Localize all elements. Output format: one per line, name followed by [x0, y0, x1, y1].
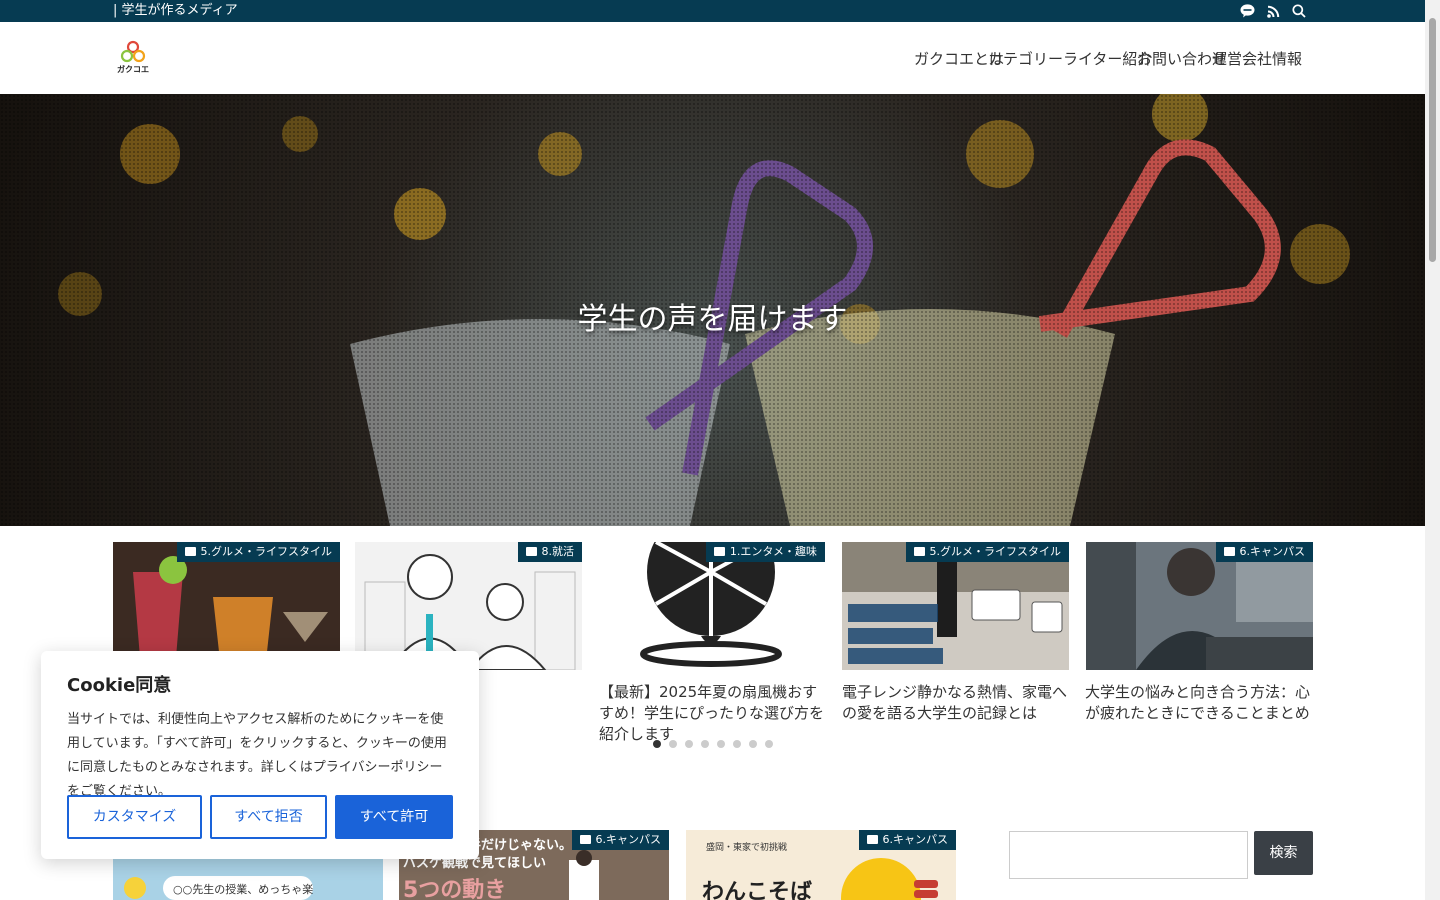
slider-dot[interactable] [685, 740, 693, 748]
category-badge[interactable]: 5.グルメ・ライフスタイル [905, 542, 1069, 562]
folder-icon [525, 547, 537, 556]
cookie-consent-dialog: Cookie同意 当サイトでは、利便性向上やアクセス解析のためにクッキーを使用し… [41, 651, 479, 859]
slider-card-5[interactable]: 6.キャンパス [1086, 542, 1313, 670]
hero-title: 学生の声を届けます [577, 302, 848, 337]
category-badge[interactable]: 6.キャンパス [858, 830, 956, 850]
card-image-text-1: 盛岡・東家で初挑戦 [706, 843, 788, 853]
slider-dot[interactable] [717, 740, 725, 748]
category-badge[interactable]: 6.キャンパス [571, 830, 669, 850]
category-badge[interactable]: 1.エンタメ・趣味 [705, 542, 825, 562]
slider-card-4[interactable]: 5.グルメ・ライフスタイル [842, 542, 1069, 670]
slider-dot[interactable] [653, 740, 661, 748]
sidebar-search-input[interactable] [1009, 831, 1248, 879]
category-badge[interactable]: 8.就活 [517, 542, 582, 562]
category-badge[interactable]: 5.グルメ・ライフスタイル [176, 542, 340, 562]
top-bar: | 学生が作るメディア [0, 0, 1425, 22]
folder-icon [579, 835, 591, 844]
card-image-text-2: わんこそば [702, 880, 813, 900]
folder-icon [866, 835, 878, 844]
nav-item-category[interactable]: カテゴリー [988, 48, 1063, 69]
slider-dot[interactable] [765, 740, 773, 748]
nav-item-company[interactable]: 運営会社情報 [1212, 48, 1302, 69]
category-badge[interactable]: 6.キャンパス [1215, 542, 1313, 562]
cookie-reject-button[interactable]: すべて拒否 [210, 795, 327, 839]
slider-dot[interactable] [733, 740, 741, 748]
slider-dot[interactable] [669, 740, 677, 748]
cookie-customize-button[interactable]: カスタマイズ [67, 795, 202, 839]
hero-banner: 学生の声を届けます [0, 94, 1425, 526]
logo-text: ガクコエ [117, 65, 149, 74]
folder-icon [1223, 547, 1235, 556]
slider-card-3-title[interactable]: 【最新】2025年夏の扇風機おすすめ！学生にぴったりな選び方を紹介します [599, 682, 827, 745]
slider-card-5-title[interactable]: 大学生の悩みと向き合う方法：心が疲れたときにできることまとめ [1085, 682, 1313, 724]
rss-icon[interactable] [1265, 3, 1281, 19]
folder-icon [184, 547, 196, 556]
cookie-message: 当サイトでは、利便性向上やアクセス解析のためにクッキーを使用しています。「すべて… [67, 712, 447, 799]
article-card-3[interactable]: 盛岡・東家で初挑戦 わんこそば 6.キャンパス [686, 830, 956, 900]
slider-dot[interactable] [701, 740, 709, 748]
card-image-text-3: 5つの動き [403, 878, 507, 900]
folder-icon [913, 547, 925, 556]
cookie-accept-button[interactable]: すべて許可 [335, 795, 453, 839]
sidebar-search-button[interactable]: 検索 [1254, 831, 1313, 875]
search-icon[interactable] [1291, 3, 1307, 19]
slider-card-3[interactable]: 1.エンタメ・趣味 [598, 542, 825, 670]
card-image-text: ○○先生の授業、めっちゃ楽 [173, 883, 314, 896]
scrollbar-thumb[interactable] [1429, 18, 1436, 262]
site-tagline: | 学生が作るメディア [113, 3, 238, 18]
folder-icon [713, 547, 725, 556]
cookie-title: Cookie同意 [67, 675, 172, 696]
site-header: ガクコエ ガクコエとは カテゴリー ライター紹介 お問い合わせ 運営会社情報 [0, 22, 1425, 94]
slider-dot[interactable] [749, 740, 757, 748]
slider-card-4-title[interactable]: 電子レンジ静かなる熱情、家電への愛を語る大学生の記録とは [842, 682, 1070, 724]
line-icon[interactable] [1239, 3, 1255, 19]
